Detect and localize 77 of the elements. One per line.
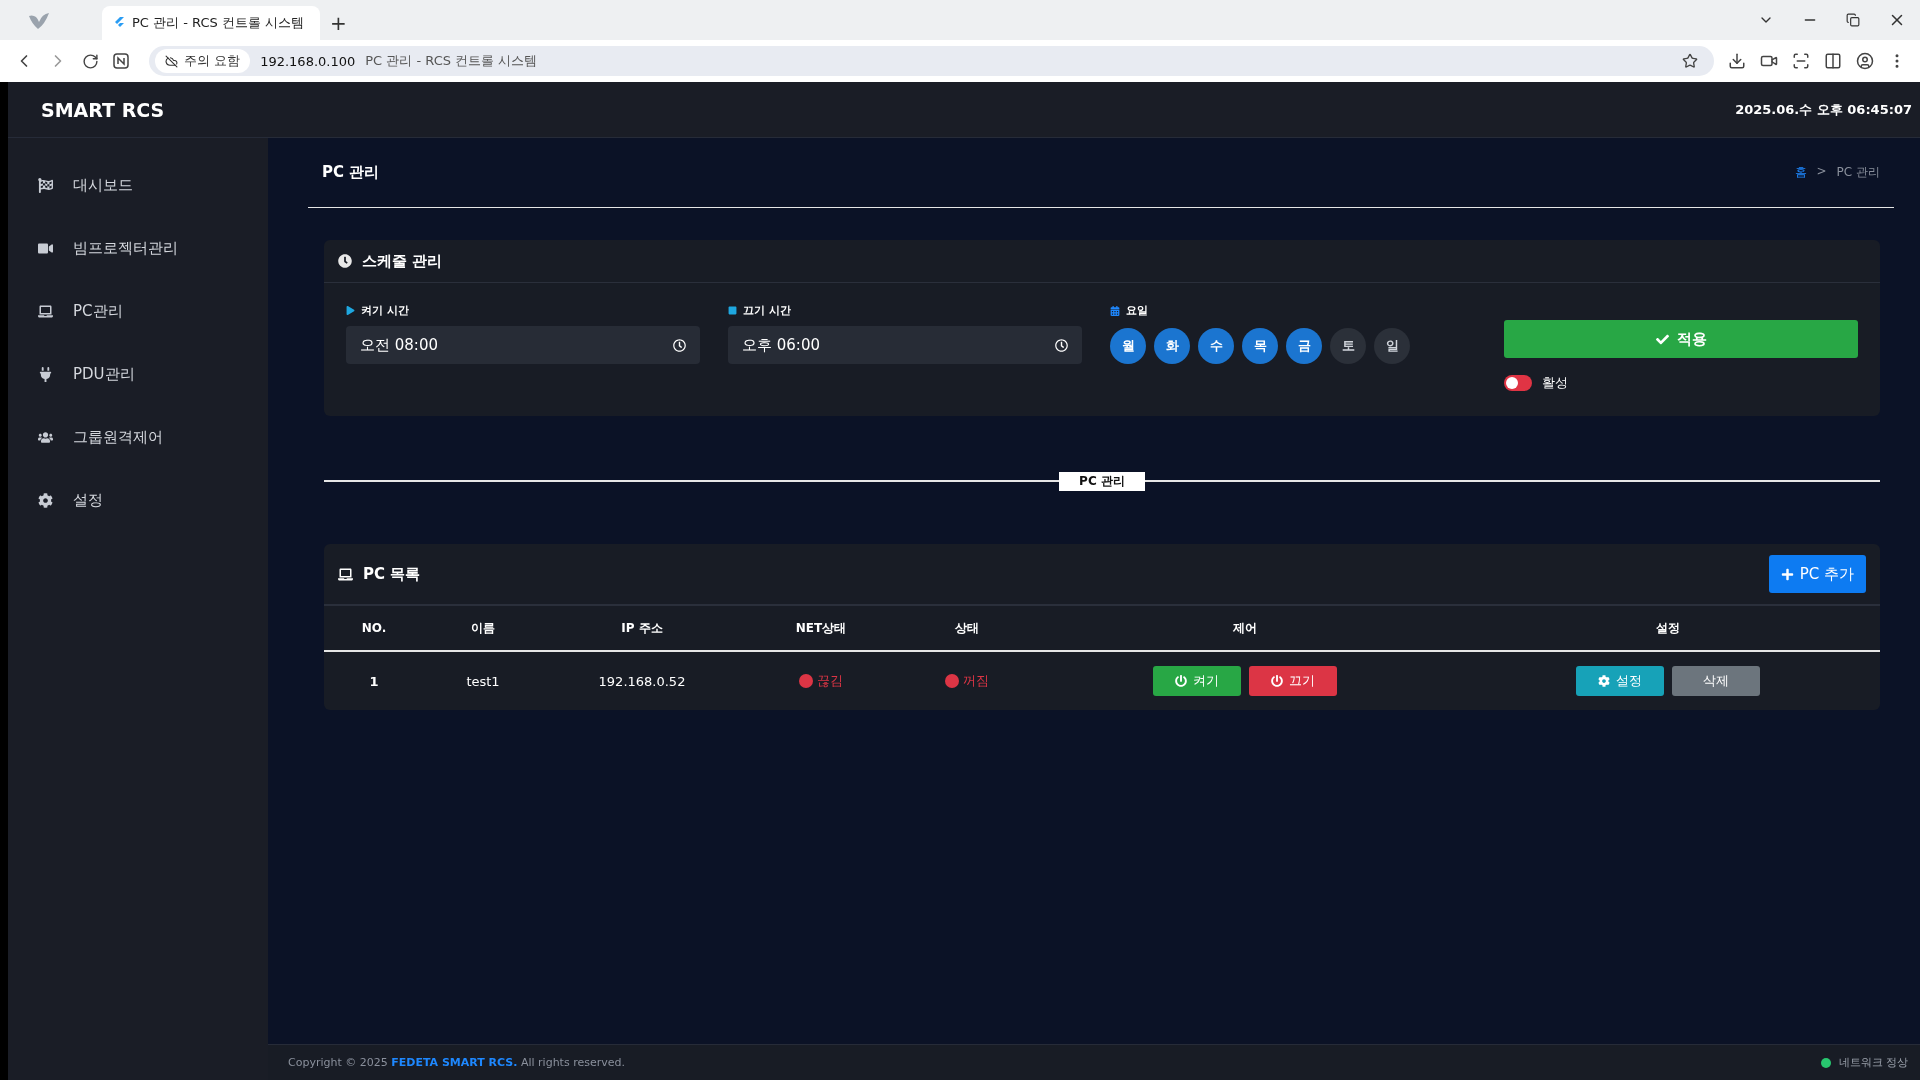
column-header: 설정 [1655, 619, 1681, 637]
day-toggle[interactable]: 목 [1242, 328, 1278, 364]
laptop-icon [38, 304, 53, 319]
plus-icon [1780, 567, 1794, 581]
plug-icon [38, 367, 53, 382]
profile-icon[interactable] [1856, 52, 1874, 70]
card-title: PC 목록 [363, 564, 421, 584]
active-switch[interactable] [1504, 375, 1532, 391]
split-view-icon[interactable] [1824, 52, 1842, 70]
day-toggle[interactable]: 월 [1110, 328, 1146, 364]
clock-icon [338, 254, 352, 268]
n-icon[interactable] [113, 53, 129, 69]
add-pc-button[interactable]: PC 추가 [1768, 555, 1866, 593]
day-toggle[interactable]: 일 [1374, 328, 1410, 364]
stop-icon [728, 306, 737, 315]
sidebar-item[interactable]: 빔프로젝터관리 [8, 217, 268, 280]
breadcrumb-current: PC 관리 [1836, 164, 1880, 181]
download-icon[interactable] [1728, 52, 1746, 70]
settings-icon [38, 493, 53, 508]
reload-icon[interactable] [82, 52, 99, 70]
sidebar-item[interactable]: PC관리 [8, 280, 268, 343]
breadcrumb-link[interactable]: 홈 [1794, 164, 1807, 181]
flag-icon [38, 178, 53, 193]
clock-icon [673, 338, 686, 352]
page-title: PC 관리 [322, 163, 380, 182]
column-header: 이름 [470, 619, 496, 637]
security-chip[interactable]: 주의 요함 [155, 49, 251, 73]
copyright-text: Copyright © 2025 FEDETA SMART RCS. All rights reserved. [288, 1056, 625, 1069]
play-icon [346, 306, 355, 315]
field-label: 요일 [1126, 303, 1148, 318]
table-cell-text: 192.168.0.52 [597, 672, 687, 691]
url-text: 192.168.0.100 [260, 53, 356, 69]
column-header: NO. [360, 620, 388, 637]
brand-logo[interactable]: SMART RCS [41, 98, 165, 121]
sidebar-item[interactable]: PDU관리 [8, 343, 268, 406]
column-header: NET상태 [794, 619, 848, 637]
net-status: 끊김 [817, 672, 843, 690]
network-status: 네트워크 정상 [1838, 1055, 1908, 1070]
day-toggle[interactable]: 토 [1330, 328, 1366, 364]
laptop-icon [338, 566, 353, 582]
breadcrumb-separator: > [1816, 164, 1827, 180]
switch-label: 활성 [1542, 374, 1568, 392]
settings-icon [1598, 675, 1610, 687]
calendar-icon [1110, 305, 1120, 316]
column-header: 상태 [954, 619, 980, 637]
power-off-button[interactable]: 끄기 [1249, 666, 1337, 696]
clock-icon [1055, 338, 1068, 352]
sidebar-item[interactable]: 대시보드 [8, 154, 268, 217]
sidebar-item[interactable]: 그룹원격제어 [8, 406, 268, 469]
power-icon [1175, 675, 1187, 687]
sidebar-item[interactable]: 설정 [8, 469, 268, 532]
datetime: 2025.06.수 오후 06:45:07 [1735, 100, 1912, 119]
power-status: 꺼짐 [963, 672, 989, 690]
delete-button[interactable]: 삭제 [1672, 666, 1760, 696]
new-tab-button[interactable]: + [320, 6, 357, 40]
field-label: 끄기 시간 [743, 303, 791, 318]
section-label: PC 관리 [1059, 471, 1145, 491]
browser-tab[interactable]: PC 관리 - RCS 컨트롤 시스템 [102, 6, 320, 40]
table-cell-text: test1 [465, 672, 501, 691]
users-icon [38, 430, 53, 445]
field-label: 켜기 시간 [361, 303, 409, 318]
time-field[interactable]: 오후 06:00 [728, 326, 1082, 364]
url-title: PC 관리 - RCS 컨트롤 시스템 [365, 52, 538, 70]
day-toggle[interactable]: 수 [1198, 328, 1234, 364]
day-toggle[interactable]: 화 [1154, 328, 1190, 364]
restore-icon[interactable] [1846, 13, 1860, 27]
card-title: 스케줄 관리 [362, 251, 443, 271]
projector-icon [38, 241, 53, 256]
column-header: 제어 [1232, 619, 1258, 637]
screenshot-icon[interactable] [1792, 52, 1810, 70]
power-icon [1271, 675, 1283, 687]
table-cell-text: 1 [368, 672, 380, 691]
check-icon [1655, 332, 1669, 346]
day-toggle[interactable]: 금 [1286, 328, 1322, 364]
column-header: IP 주소 [620, 619, 664, 637]
time-field[interactable]: 오전 08:00 [346, 326, 700, 364]
bookmark-icon[interactable] [1682, 53, 1698, 69]
